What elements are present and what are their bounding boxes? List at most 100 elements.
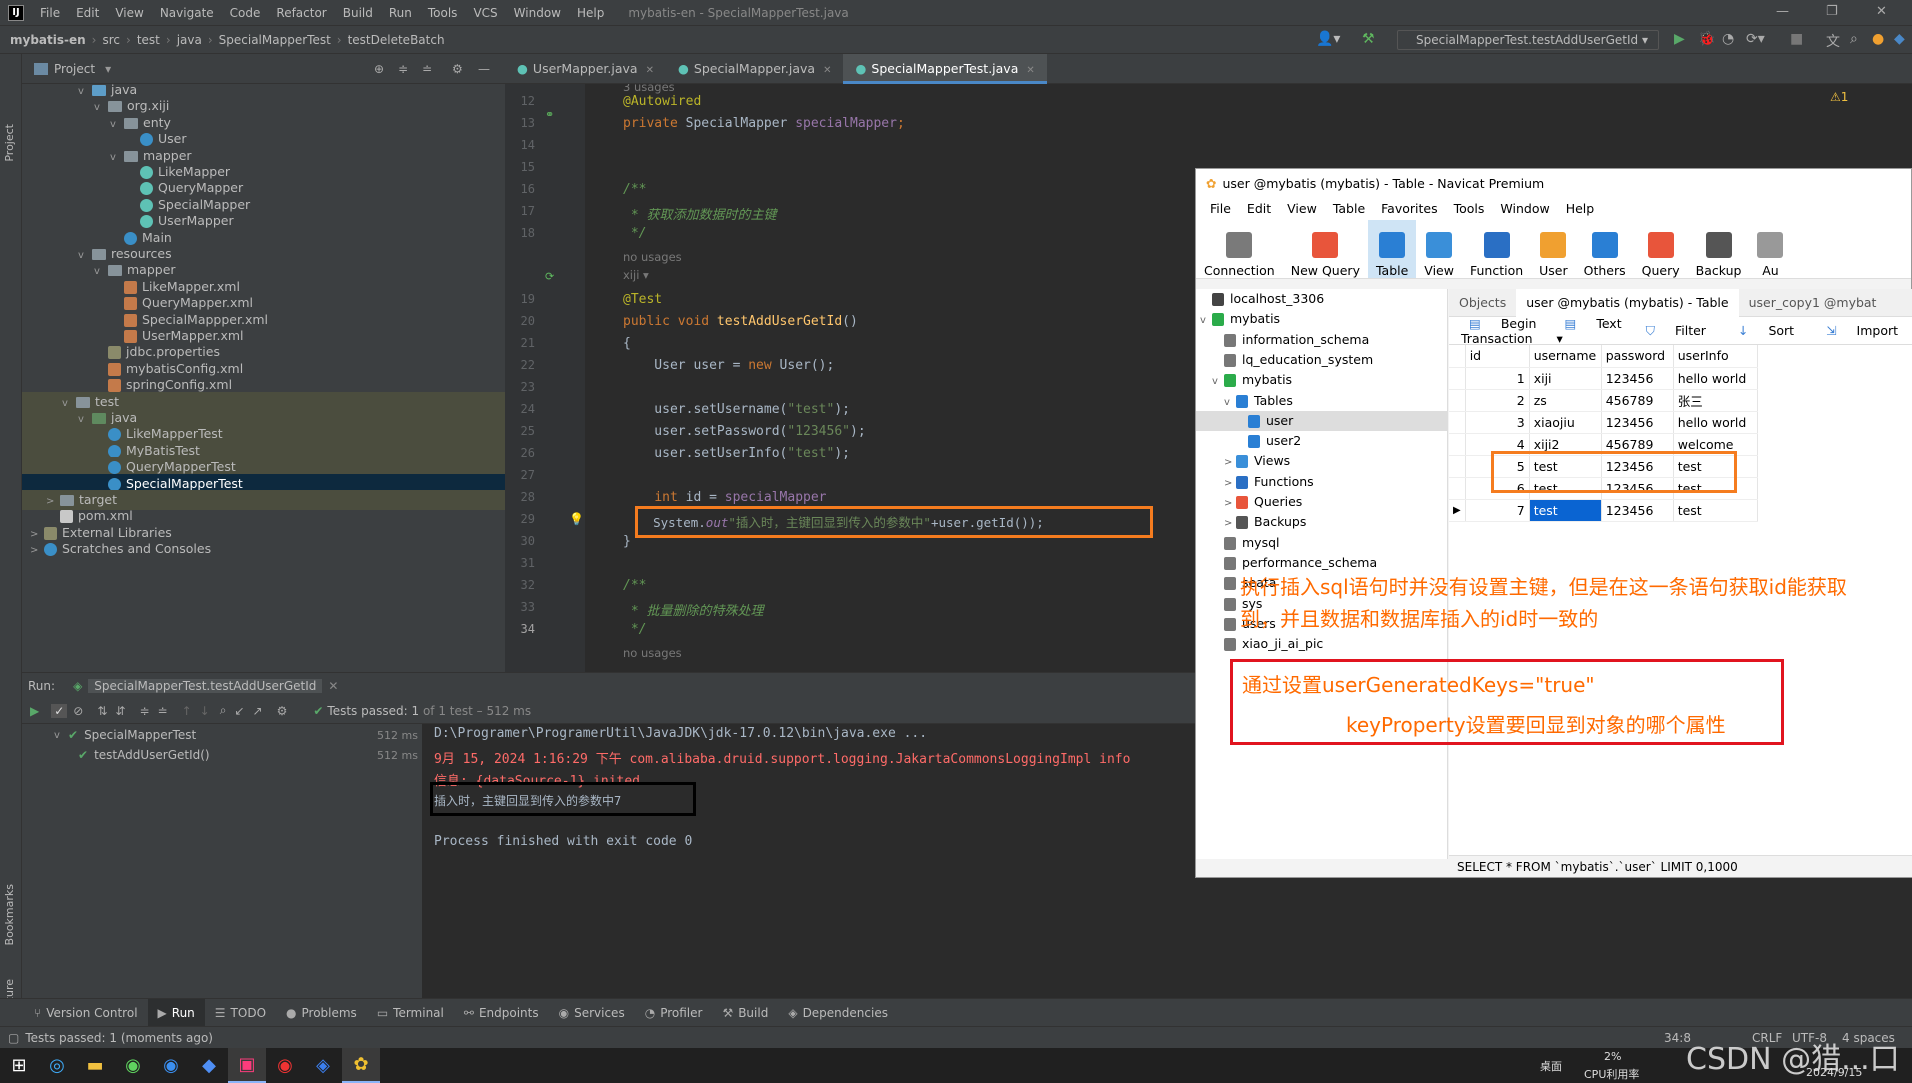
grid-tool-0[interactable]: ▤ Begin Transaction xyxy=(1453,316,1549,346)
show-ignored-icon[interactable]: ⊘ xyxy=(73,704,83,718)
navicat-tool-new-query[interactable]: New Query xyxy=(1283,220,1368,278)
grid-cell[interactable]: 123456 xyxy=(1601,367,1674,390)
browser-green-icon[interactable]: ◉ xyxy=(114,1048,152,1083)
close-icon[interactable]: ✕ xyxy=(1876,4,1887,19)
navicat-tree-node[interactable]: user2 xyxy=(1196,431,1448,451)
sort-duration-icon[interactable]: ⇵ xyxy=(115,704,125,718)
menu-window[interactable]: Window xyxy=(506,6,569,20)
bottom-tab-problems[interactable]: ● Problems xyxy=(276,999,367,1027)
grid-tool-1[interactable]: ▤ Text ▾ xyxy=(1549,316,1630,346)
status-message[interactable]: Tests passed: 1 (moments ago) xyxy=(25,1031,213,1045)
navicat-tree-node[interactable]: lq_education_system xyxy=(1196,350,1448,370)
navicat-tab[interactable]: user_copy1 @mybat xyxy=(1739,289,1887,317)
navicat-tree-node[interactable]: user xyxy=(1196,410,1448,431)
grid-cell[interactable]: hello world xyxy=(1673,367,1758,390)
code-editor[interactable]: 3 usages @Autowired private SpecialMappe… xyxy=(585,84,1195,674)
breadcrumb-item[interactable]: mybatis-en xyxy=(6,33,90,47)
run-icon[interactable]: ▶ xyxy=(1674,31,1685,47)
breadcrumb-item[interactable]: SpecialMapperTest xyxy=(215,33,335,47)
navicat-menu-table[interactable]: Table xyxy=(1325,201,1373,216)
menu-tools[interactable]: Tools xyxy=(420,6,466,20)
menu-code[interactable]: Code xyxy=(222,6,269,20)
breadcrumb-item[interactable]: test xyxy=(133,33,164,47)
maximize-icon[interactable]: ❐ xyxy=(1826,4,1838,19)
sort-alpha-icon[interactable]: ⇅ xyxy=(97,704,107,718)
run-test-icon[interactable]: ⟳ xyxy=(545,270,554,283)
bottom-tab-todo[interactable]: ☰ TODO xyxy=(205,999,276,1027)
navicat-menu-favorites[interactable]: Favorites xyxy=(1373,201,1445,216)
build-hammer-icon[interactable]: ⚒ xyxy=(1362,31,1375,47)
navicat-menu-edit[interactable]: Edit xyxy=(1239,201,1279,216)
locate-icon[interactable]: ⊕ xyxy=(374,62,384,76)
chevron-right-icon[interactable]: > xyxy=(1224,453,1236,473)
next-failed-icon[interactable]: ↓ xyxy=(200,704,210,718)
prev-failed-icon[interactable]: ↑ xyxy=(182,704,192,718)
navicat-menu-window[interactable]: Window xyxy=(1492,201,1557,216)
test-node-class[interactable]: v ✔ SpecialMapperTest 512 ms xyxy=(54,728,422,742)
navicat-tool-connection[interactable]: Connection xyxy=(1196,220,1283,278)
grid-cell[interactable]: 7 xyxy=(1465,499,1530,522)
navicat-tree-node[interactable]: mysql xyxy=(1196,533,1448,553)
grid-cell[interactable]: 123456 xyxy=(1601,411,1674,434)
run-configuration-select[interactable]: SpecialMapperTest.testAddUserGetId ▾ xyxy=(1397,30,1659,50)
no-usages-hint-2[interactable]: no usages xyxy=(623,646,682,660)
chevron-down-icon[interactable]: v xyxy=(1200,311,1212,331)
navicat-tool-user[interactable]: User xyxy=(1531,220,1576,278)
desktop-label[interactable]: 桌面 xyxy=(1540,1058,1562,1074)
close-tab-icon[interactable]: ✕ xyxy=(1026,65,1034,76)
navicat-tool-backup[interactable]: Backup xyxy=(1688,220,1750,278)
navicat-tool-function[interactable]: Function xyxy=(1462,220,1531,278)
navicat-tree-node[interactable]: performance_schema xyxy=(1196,553,1448,573)
collapse-icon[interactable]: ≐ xyxy=(158,704,168,718)
navicat-tree-node[interactable]: > Queries xyxy=(1196,492,1448,512)
chevron-right-icon[interactable]: > xyxy=(1224,514,1236,534)
project-tool-button[interactable]: Project xyxy=(3,124,16,162)
grid-cell[interactable]: 456789 xyxy=(1601,389,1674,412)
navicat-menu-view[interactable]: View xyxy=(1279,201,1325,216)
navicat-tool-query[interactable]: Query xyxy=(1634,220,1688,278)
chevron-down-icon[interactable]: v xyxy=(1212,372,1224,392)
grid-cell[interactable]: 2 xyxy=(1465,389,1530,412)
expand-all-icon[interactable]: ≑ xyxy=(398,62,408,76)
navicat-tool-table[interactable]: Table xyxy=(1367,220,1417,278)
chevron-down-icon[interactable]: ▾ xyxy=(105,62,111,76)
navicat-tree-node[interactable]: v mybatis xyxy=(1196,309,1448,329)
run-config-tab[interactable]: SpecialMapperTest.testAddUserGetId xyxy=(88,678,323,693)
bean-icon[interactable]: ⚭ xyxy=(545,108,554,121)
explorer-icon[interactable]: ▬ xyxy=(76,1048,114,1083)
run-console[interactable]: D:\Programer\ProgramerUtil\JavaJDK\jdk-1… xyxy=(422,724,1195,998)
coverage-icon[interactable]: ◔ xyxy=(1722,31,1734,47)
no-usages-hint[interactable]: no usages xyxy=(623,250,682,264)
import-icon[interactable]: ↙ xyxy=(234,704,244,718)
menu-file[interactable]: File xyxy=(32,6,68,20)
navicat-tree-node[interactable]: > Functions xyxy=(1196,472,1448,492)
expand-icon[interactable]: ≑ xyxy=(139,704,149,718)
warning-count[interactable]: ⚠1 xyxy=(1830,90,1848,104)
grid-cell[interactable]: test xyxy=(1529,499,1602,522)
grid-tool-3[interactable]: ↓ Sort xyxy=(1722,323,1810,338)
debug-icon[interactable]: 🐞 xyxy=(1698,31,1715,47)
menu-navigate[interactable]: Navigate xyxy=(152,6,222,20)
grid-cell[interactable]: test xyxy=(1673,499,1758,522)
column-header[interactable]: id xyxy=(1465,345,1530,368)
table-row[interactable]: 3 xiaojiu 123456 hello world xyxy=(1449,411,1758,434)
grid-tool-2[interactable]: ⛉ Filter xyxy=(1630,323,1722,339)
windows-start-icon[interactable]: ⊞ xyxy=(0,1048,38,1083)
bottom-tab-build[interactable]: ⚒ Build xyxy=(712,999,778,1027)
navicat-tab[interactable]: user @mybatis (mybatis) - Table xyxy=(1516,288,1739,317)
navicat-menu-help[interactable]: Help xyxy=(1558,201,1603,216)
bottom-tab-run[interactable]: ▶ Run xyxy=(147,998,205,1027)
project-tree-node[interactable]: > Scratches and Consoles xyxy=(22,539,505,559)
lightbulb-icon[interactable]: 💡 xyxy=(569,512,584,526)
test-node-method[interactable]: ✔ testAddUserGetId() 512 ms xyxy=(78,748,422,762)
bottom-tab-terminal[interactable]: ▭ Terminal xyxy=(367,999,454,1027)
menu-build[interactable]: Build xyxy=(335,6,381,20)
search-icon[interactable]: ⌕ xyxy=(1850,31,1858,47)
bookmarks-tool-button[interactable]: Bookmarks xyxy=(3,884,16,945)
menu-vcs[interactable]: VCS xyxy=(465,6,505,20)
jetbrains-icon[interactable]: ◆ xyxy=(1894,31,1905,47)
browser-blue-icon[interactable]: ◉ xyxy=(152,1048,190,1083)
gear-icon[interactable]: ⚙ xyxy=(452,62,463,76)
column-header[interactable]: password xyxy=(1601,345,1674,368)
close-tab-icon[interactable]: ✕ xyxy=(646,65,654,76)
